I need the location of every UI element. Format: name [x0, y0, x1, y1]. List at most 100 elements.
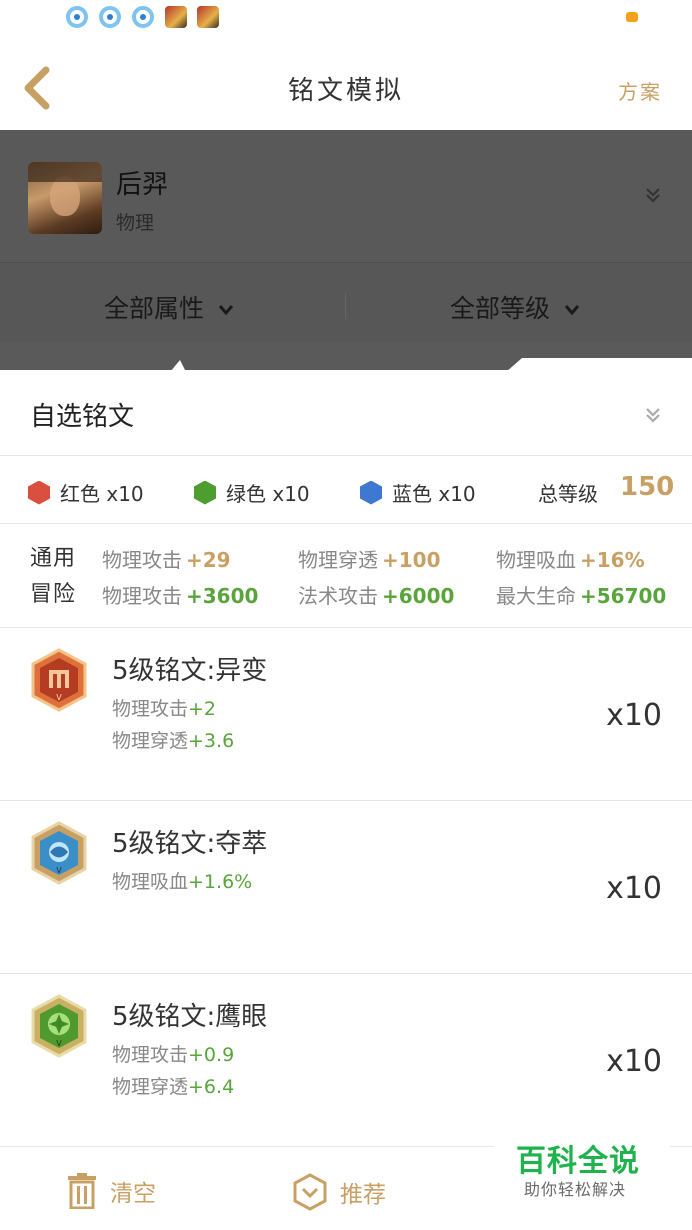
- stats-summary: 通用 冒险 物理攻击 +29 物理穿透 +100 物理吸血 +16% 物理攻击 +360…: [0, 524, 692, 628]
- custom-rune-title: 自选铭文: [30, 402, 135, 432]
- rune-panel: 自选铭文 红色 x10 绿色 x10 蓝色 x10 总等级 150 通用 冒险 …: [0, 370, 692, 1150]
- stat-adventure-max-hp: 最大生命 +56700: [496, 580, 666, 609]
- rune-attr-name: 物理吸血: [112, 871, 189, 893]
- rune-attr-value: +1.6%: [188, 871, 253, 893]
- watermark-logo: 百科全说 助你轻松解决: [494, 1124, 670, 1208]
- total-level-label: 总等级: [538, 482, 598, 506]
- rune-attr-name: 物理穿透: [112, 1076, 189, 1098]
- rune-attr-value: +6.4: [188, 1076, 235, 1098]
- total-level-value: 150: [620, 472, 675, 502]
- mode-label-general: 通用: [30, 546, 77, 571]
- stat-name: 物理攻击: [102, 584, 182, 608]
- page-title: 铭文模拟: [287, 76, 404, 106]
- recommend-hexagon-icon: [293, 1173, 327, 1211]
- stat-name: 物理吸血: [496, 548, 576, 572]
- green-hexagon-icon: [194, 480, 216, 505]
- rune-attr: 物理穿透+6.4: [112, 1072, 234, 1099]
- stat-general-physical-attack: 物理攻击 +29: [102, 544, 231, 573]
- rune-count: x10: [606, 698, 662, 733]
- green-rune-icon: V: [31, 994, 87, 1058]
- color-item-blue: 蓝色 x10: [360, 478, 476, 507]
- color-label: 红色 x10: [60, 482, 144, 506]
- stat-value: +56700: [580, 584, 667, 608]
- rune-attr-value: +2: [188, 698, 217, 720]
- chevron-down-icon: [646, 408, 660, 423]
- hero-type: 物理: [116, 212, 155, 234]
- watermark-sub: 助你轻松解决: [524, 1180, 627, 1199]
- level-filter[interactable]: 全部等级: [450, 289, 580, 325]
- rune-count: x10: [606, 1044, 662, 1079]
- game-icon: [197, 6, 219, 28]
- stat-adventure-physical-attack: 物理攻击 +3600: [102, 580, 258, 609]
- color-item-green: 绿色 x10: [194, 478, 310, 507]
- rune-attr-value: +3.6: [188, 730, 235, 752]
- chevron-down-icon: [564, 305, 580, 316]
- color-summary: 红色 x10 绿色 x10 蓝色 x10 总等级 150: [0, 456, 692, 524]
- custom-rune-selector[interactable]: 自选铭文: [0, 370, 692, 456]
- plan-button[interactable]: 方案: [618, 76, 662, 105]
- trash-icon: [68, 1173, 96, 1209]
- stat-name: 物理攻击: [102, 548, 182, 572]
- rune-attr-name: 物理穿透: [112, 730, 189, 752]
- color-label: 蓝色 x10: [392, 482, 476, 506]
- rune-name: 5级铭文:异变: [112, 656, 268, 686]
- stat-general-lifesteal: 物理吸血 +16%: [496, 544, 645, 573]
- chevron-down-icon: [218, 305, 234, 316]
- color-label: 绿色 x10: [226, 482, 310, 506]
- hero-avatar: [28, 162, 102, 234]
- stat-value: +100: [382, 548, 441, 572]
- game-icon: [165, 6, 187, 28]
- stat-value: +3600: [186, 584, 259, 608]
- stat-name: 最大生命: [496, 584, 576, 608]
- qq-icon: [66, 6, 88, 28]
- status-bar: [0, 0, 692, 40]
- stat-value: +16%: [580, 548, 645, 572]
- qq-icon: [99, 6, 121, 28]
- rune-attr-name: 物理攻击: [112, 1044, 189, 1066]
- hero-selector[interactable]: 后羿 物理: [0, 130, 692, 262]
- rune-item[interactable]: V 5级铭文:鹰眼 物理攻击+0.9 物理穿透+6.4 x10: [0, 974, 692, 1147]
- color-item-red: 红色 x10: [28, 478, 144, 507]
- clear-button[interactable]: 清空: [66, 1173, 156, 1209]
- svg-text:V: V: [56, 693, 62, 702]
- filter-row: 全部属性 全部等级: [0, 262, 692, 342]
- blue-rune-icon: V: [31, 821, 87, 885]
- svg-text:V: V: [56, 866, 62, 875]
- recommend-button[interactable]: 推荐: [292, 1173, 386, 1211]
- rune-attr: 物理吸血+1.6%: [112, 867, 252, 894]
- hero-name: 后羿: [116, 170, 169, 200]
- attribute-filter[interactable]: 全部属性: [104, 289, 234, 325]
- stat-adventure-magic-attack: 法术攻击 +6000: [298, 580, 454, 609]
- top-nav: 铭文模拟 方案: [0, 40, 692, 130]
- battery-icon: [626, 12, 638, 22]
- recommend-label: 推荐: [340, 1182, 386, 1208]
- rune-name: 5级铭文:鹰眼: [112, 1002, 268, 1032]
- divider: [345, 293, 346, 319]
- red-rune-icon: V: [31, 648, 87, 712]
- red-hexagon-icon: [28, 480, 50, 505]
- rune-item[interactable]: V 5级铭文:异变 物理攻击+2 物理穿透+3.6 x10: [0, 628, 692, 801]
- rune-item[interactable]: V 5级铭文:夺萃 物理吸血+1.6% x10: [0, 801, 692, 974]
- blue-hexagon-icon: [360, 480, 382, 505]
- attribute-filter-label: 全部属性: [104, 294, 205, 323]
- chevron-down-icon: [646, 188, 660, 203]
- level-filter-label: 全部等级: [450, 294, 551, 323]
- stat-name: 物理穿透: [298, 548, 378, 572]
- clear-label: 清空: [110, 1181, 156, 1207]
- stat-general-physical-pen: 物理穿透 +100: [298, 544, 441, 573]
- watermark-main: 百科全说: [516, 1144, 640, 1179]
- dimmed-overlay[interactable]: 后羿 物理 全部属性 全部等级: [0, 130, 692, 370]
- rune-attr-name: 物理攻击: [112, 698, 189, 720]
- rune-attr: 物理攻击+0.9: [112, 1040, 234, 1067]
- stat-name: 法术攻击: [298, 584, 378, 608]
- rune-attr-value: +0.9: [188, 1044, 235, 1066]
- qq-icon: [132, 6, 154, 28]
- rune-attr: 物理穿透+3.6: [112, 726, 234, 753]
- mode-label-adventure: 冒险: [30, 582, 77, 607]
- svg-text:V: V: [56, 1039, 62, 1048]
- stat-value: +29: [186, 548, 231, 572]
- rune-name: 5级铭文:夺萃: [112, 829, 268, 859]
- rune-count: x10: [606, 871, 662, 906]
- stat-value: +6000: [382, 584, 455, 608]
- rune-attr: 物理攻击+2: [112, 694, 216, 721]
